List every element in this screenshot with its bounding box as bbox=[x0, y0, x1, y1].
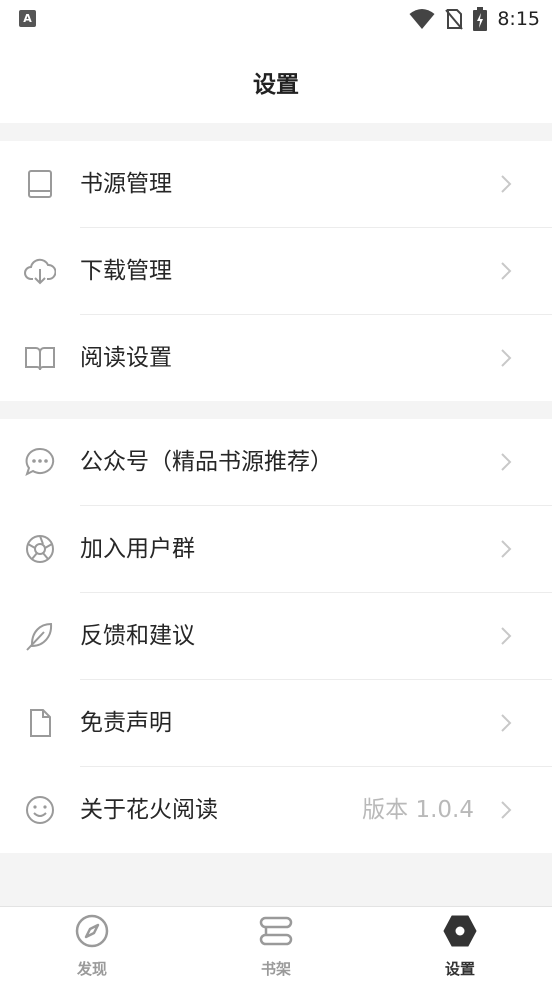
book-icon bbox=[28, 170, 52, 198]
row-wechat-account[interactable]: 公众号（精品书源推荐） bbox=[0, 419, 552, 506]
tab-label: 设置 bbox=[444, 960, 475, 978]
row-label: 关于花火阅读 bbox=[80, 797, 218, 823]
smiley-icon bbox=[26, 796, 54, 824]
aperture-icon bbox=[26, 535, 54, 563]
chevron-right-icon bbox=[501, 453, 512, 471]
row-download-management[interactable]: 下载管理 bbox=[0, 228, 552, 315]
bottom-tab-bar: 发现 书架 设置 bbox=[0, 906, 552, 984]
chevron-right-icon bbox=[501, 349, 512, 367]
page-title: 设置 bbox=[253, 72, 299, 98]
no-sim-icon bbox=[445, 9, 464, 30]
chevron-right-icon bbox=[501, 540, 512, 558]
bookshelf-icon bbox=[259, 916, 293, 946]
tab-bookshelf[interactable]: 书架 bbox=[184, 907, 368, 984]
chevron-right-icon bbox=[501, 627, 512, 645]
row-label: 加入用户群 bbox=[80, 536, 195, 562]
notification-a-icon: A bbox=[19, 10, 36, 27]
tab-settings[interactable]: 设置 bbox=[368, 907, 552, 984]
header: 设置 bbox=[0, 38, 552, 123]
chevron-right-icon bbox=[501, 801, 512, 819]
open-book-icon bbox=[25, 347, 55, 371]
compass-icon bbox=[75, 914, 109, 948]
row-disclaimer[interactable]: 免责声明 bbox=[0, 680, 552, 767]
row-label: 书源管理 bbox=[80, 171, 172, 197]
settings-group-2: 公众号（精品书源推荐） 加入用户群 反馈和建议 免责声明 关于花火阅读 版本 1… bbox=[0, 419, 552, 853]
row-label: 公众号（精品书源推荐） bbox=[80, 449, 333, 475]
tab-discover[interactable]: 发现 bbox=[0, 907, 184, 984]
wifi-icon bbox=[409, 9, 435, 29]
status-bar: A 8:15 bbox=[0, 0, 552, 38]
cloud-download-icon bbox=[24, 258, 56, 285]
chevron-right-icon bbox=[501, 175, 512, 193]
tab-label: 书架 bbox=[260, 960, 291, 978]
row-about[interactable]: 关于花火阅读 版本 1.0.4 bbox=[0, 767, 552, 854]
row-label: 免责声明 bbox=[80, 710, 172, 736]
row-feedback[interactable]: 反馈和建议 bbox=[0, 593, 552, 680]
tab-label: 发现 bbox=[76, 960, 107, 978]
row-label: 下载管理 bbox=[80, 258, 172, 284]
hexagon-settings-icon bbox=[443, 915, 477, 947]
status-right: 8:15 bbox=[409, 6, 540, 32]
battery-charging-icon bbox=[473, 7, 488, 31]
row-source-management[interactable]: 书源管理 bbox=[0, 141, 552, 228]
status-time: 8:15 bbox=[497, 8, 540, 30]
row-label: 反馈和建议 bbox=[80, 623, 195, 649]
settings-group-1: 书源管理 下载管理 阅读设置 bbox=[0, 141, 552, 401]
chevron-right-icon bbox=[501, 262, 512, 280]
document-icon bbox=[30, 709, 51, 737]
version-value: 版本 1.0.4 bbox=[362, 797, 474, 823]
chat-bubble-icon bbox=[25, 447, 55, 476]
chevron-right-icon bbox=[501, 714, 512, 732]
row-reading-settings[interactable]: 阅读设置 bbox=[0, 315, 552, 402]
row-join-user-group[interactable]: 加入用户群 bbox=[0, 506, 552, 593]
row-label: 阅读设置 bbox=[80, 345, 172, 371]
feather-icon bbox=[26, 622, 53, 651]
